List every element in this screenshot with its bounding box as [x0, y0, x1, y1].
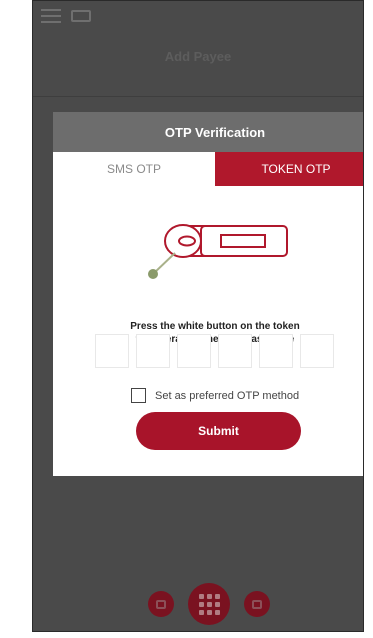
otp-digit-input[interactable]	[177, 334, 211, 368]
preferred-otp-option: Set as preferred OTP method	[131, 388, 299, 403]
grid-icon[interactable]	[188, 583, 230, 625]
otp-input-row	[95, 334, 334, 368]
preferred-otp-checkbox[interactable]	[131, 388, 146, 403]
token-device-icon	[148, 224, 288, 279]
header-divider	[33, 96, 363, 97]
tab-token-otp[interactable]: TOKEN OTP	[215, 152, 363, 186]
bottom-nav	[148, 583, 270, 625]
otp-digit-input[interactable]	[300, 334, 334, 368]
preferred-otp-label: Set as preferred OTP method	[155, 389, 300, 402]
instruction-line-1: Press the white button on the token	[130, 321, 300, 332]
screen-icon[interactable]	[148, 591, 174, 617]
otp-digit-input[interactable]	[218, 334, 252, 368]
phone-screen: Add Payee OTP Verification SMS OTP TOKEN…	[32, 0, 364, 632]
modal-title: OTP Verification	[53, 112, 363, 152]
otp-tabs: SMS OTP TOKEN OTP	[53, 152, 363, 186]
otp-digit-input[interactable]	[95, 334, 129, 368]
otp-digit-input[interactable]	[136, 334, 170, 368]
submit-button[interactable]: Submit	[136, 412, 301, 450]
tab-sms-otp[interactable]: SMS OTP	[53, 152, 215, 186]
top-bar	[41, 9, 91, 23]
menu-icon[interactable]	[41, 9, 61, 23]
monitor-icon[interactable]	[244, 591, 270, 617]
otp-modal: OTP Verification SMS OTP TOKEN OTP Press…	[53, 112, 363, 476]
otp-digit-input[interactable]	[259, 334, 293, 368]
card-icon[interactable]	[71, 10, 91, 22]
page-title: Add Payee	[164, 49, 232, 64]
